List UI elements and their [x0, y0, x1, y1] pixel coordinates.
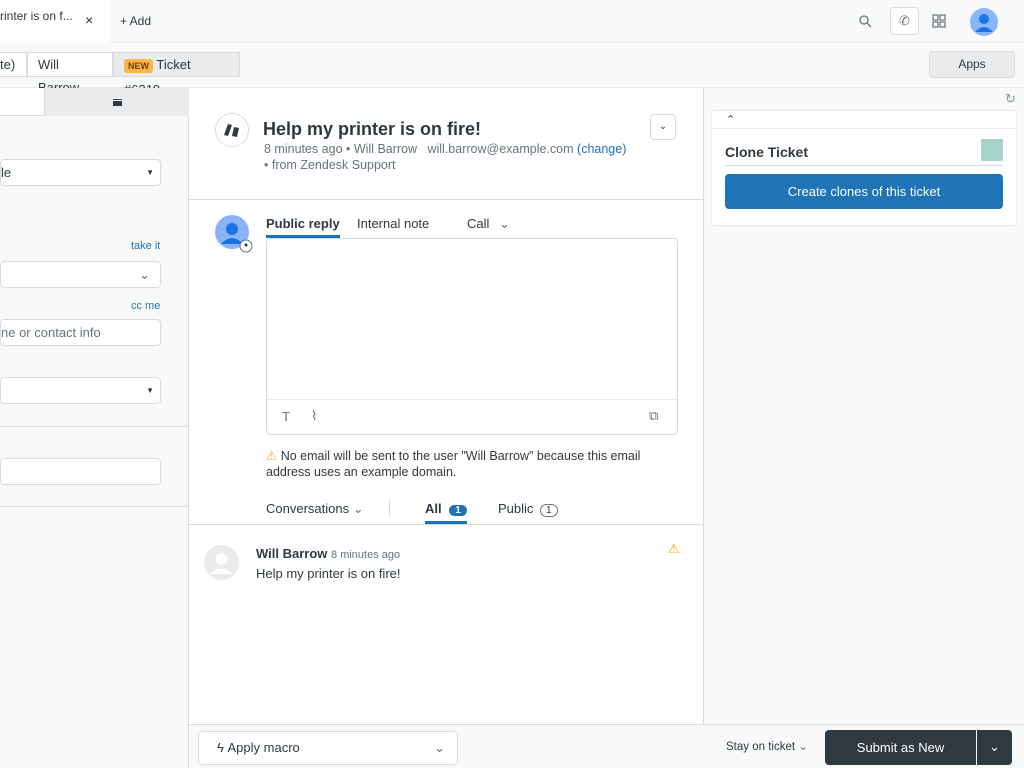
refresh-icon[interactable]: ↻ — [1005, 91, 1016, 107]
apps-panel: ↻ ⌃ Clone Ticket Create clones of this t… — [703, 88, 1024, 724]
cc-me-link[interactable]: cc me — [131, 300, 160, 312]
email-warning: ⚠ No email will be sent to the user "Wil… — [266, 449, 641, 479]
ticket-tab[interactable]: rinter is on f... × — [0, 0, 109, 43]
phone-icon[interactable]: ✆ — [890, 7, 919, 35]
change-requester-link[interactable]: (change) — [577, 142, 626, 156]
tags-input[interactable] — [0, 458, 161, 485]
divider — [189, 199, 703, 200]
group-select[interactable]: ⌄ — [0, 261, 161, 288]
divider — [0, 426, 189, 427]
ccs-input[interactable]: ne or contact info — [0, 319, 161, 346]
clone-ticket-app: ⌃ Clone Ticket Create clones of this tic… — [711, 110, 1017, 226]
apps-grid-icon[interactable] — [932, 14, 946, 28]
message-body: Help my printer is on fire! — [256, 566, 401, 581]
ticket-source: • from Zendesk Support — [264, 158, 396, 172]
breadcrumb-org[interactable]: te) — [0, 52, 27, 77]
agent-avatar — [215, 215, 253, 253]
tab-public-reply[interactable]: Public reply — [266, 216, 340, 238]
breadcrumb-user[interactable]: Will Barrow — [27, 52, 113, 95]
create-clones-button[interactable]: Create clones of this ticket — [725, 174, 1003, 209]
macro-icon: ϟ — [217, 740, 224, 755]
attachment-icon[interactable]: ⌇ — [311, 408, 317, 424]
search-icon[interactable] — [858, 14, 872, 28]
app-title: Clone Ticket — [725, 144, 808, 160]
type-select[interactable]: ▼ — [0, 377, 161, 404]
tab-call[interactable]: Call ⌄ — [467, 216, 510, 232]
breadcrumb-ticket[interactable]: NEW Ticket #6319 — [113, 52, 240, 97]
zendesk-logo-icon — [215, 113, 249, 147]
apply-macro-select[interactable]: ϟ Apply macro ⌄ — [198, 731, 458, 765]
list-icon — [112, 98, 122, 106]
footer-bar: ϟ Apply macro ⌄ Stay on ticket ⌄ Submit a… — [189, 724, 1024, 768]
filter-public[interactable]: Public 1 — [498, 501, 558, 517]
tab-internal-note[interactable]: Internal note — [357, 216, 429, 231]
text-format-icon[interactable]: T — [282, 409, 290, 424]
message-time: 8 minutes ago — [331, 549, 401, 561]
tab-properties[interactable] — [44, 88, 189, 116]
stay-on-ticket-select[interactable]: Stay on ticket ⌄ — [726, 739, 808, 753]
requester-avatar — [204, 545, 239, 580]
breadcrumb-label: te) — [0, 57, 16, 72]
warning-icon: ⚠ — [668, 541, 680, 556]
apps-button[interactable]: Apps — [929, 51, 1015, 78]
ticket-title: Help my printer is on fire! — [263, 119, 482, 139]
extension-icon[interactable]: ⧉ — [649, 408, 658, 424]
user-avatar[interactable] — [970, 8, 998, 36]
ticket-options-button[interactable]: ⌄ — [650, 114, 676, 140]
warning-icon: ⚠ — [266, 449, 278, 463]
add-tab-button[interactable]: + Add — [120, 14, 151, 28]
submit-options-button[interactable]: ⌄ — [977, 730, 1012, 765]
tab-user[interactable] — [0, 88, 44, 116]
divider — [0, 506, 189, 507]
clone-app-icon — [981, 139, 1003, 161]
conversation-panel: Help my printer is on fire! 8 minutes ag… — [189, 88, 703, 768]
filter-all[interactable]: All 1 — [425, 501, 467, 524]
message-header: Will Barrow 8 minutes ago — [256, 546, 400, 561]
collapse-icon[interactable]: ⌃ — [726, 113, 735, 126]
assignee-select[interactable]: le ▼ — [0, 159, 161, 186]
status-badge: NEW — [124, 59, 153, 73]
take-it-link[interactable]: take it — [131, 240, 160, 252]
conversations-filter[interactable]: Conversations ⌄ — [266, 501, 364, 517]
message-author: Will Barrow — [256, 546, 328, 561]
submit-button[interactable]: Submit as New — [825, 730, 976, 765]
reply-editor[interactable]: T ⌇ ⧉ — [266, 238, 678, 435]
requester-email: will.barrow@example.com — [427, 142, 574, 156]
ticket-properties-panel: le ▼ take it ⌄ cc me ne or contact info ▼ — [0, 88, 189, 768]
ticket-meta: 8 minutes ago • Will Barrow — [264, 142, 418, 156]
close-tab-icon[interactable]: × — [85, 12, 93, 28]
tab-title: rinter is on f... — [0, 9, 73, 23]
